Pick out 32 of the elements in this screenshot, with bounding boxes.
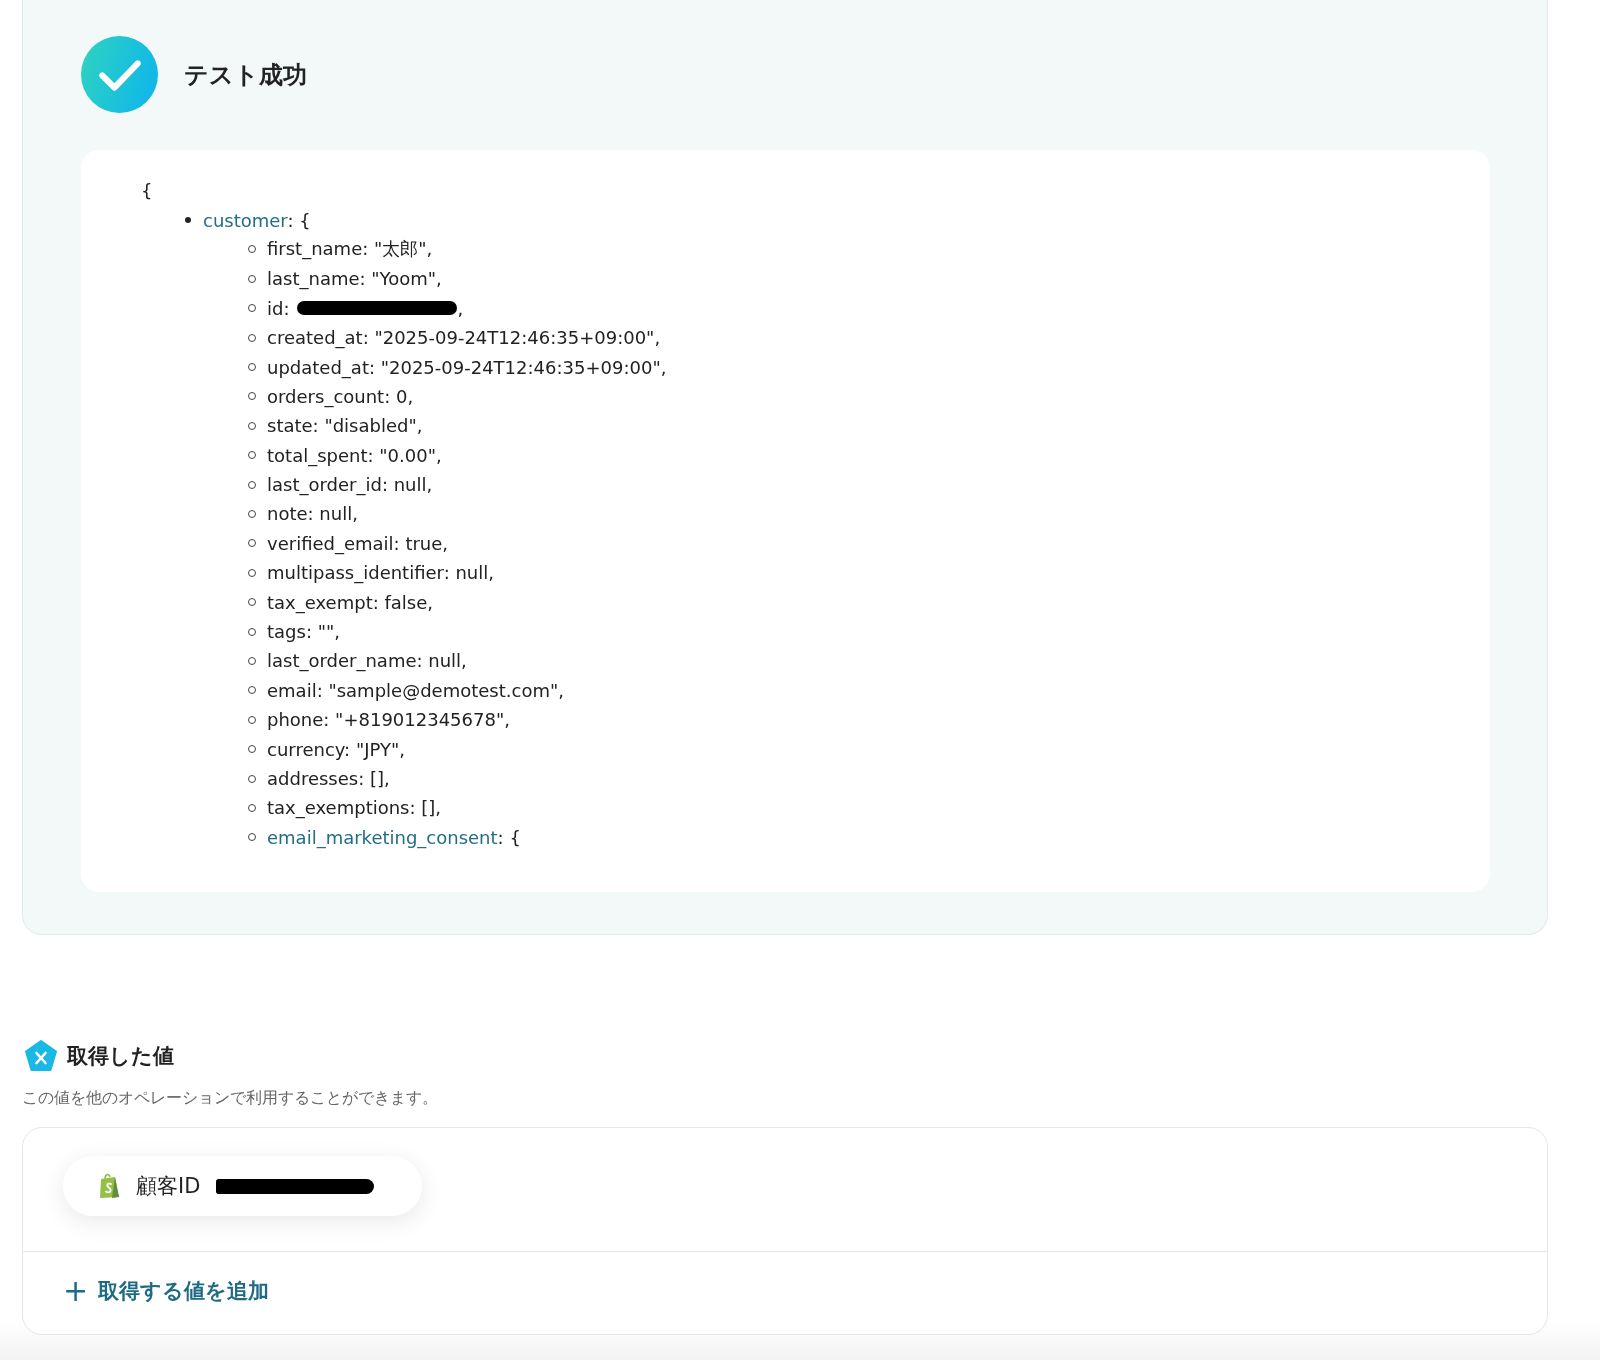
value-chip[interactable]: 顧客ID	[63, 1156, 423, 1216]
json-line: id:	[267, 297, 290, 319]
bullet-icon	[185, 217, 191, 224]
add-value-button[interactable]: + 取得する値を追加	[63, 1276, 270, 1306]
json-line: note: null,	[267, 503, 358, 525]
json-line: last_name: "Yoom",	[267, 268, 442, 290]
json-line: total_spent: "0.00",	[267, 444, 442, 466]
json-line: multipass_identifier: null,	[267, 562, 494, 584]
json-line: tax_exempt: false,	[267, 591, 434, 613]
json-line: created_at: "2025-09-24T12:46:35+09:00",	[267, 327, 661, 349]
json-line: state: "disabled",	[267, 415, 423, 437]
json-line: addresses: [],	[267, 768, 390, 789]
json-line: last_order_id: null,	[267, 474, 433, 496]
variable-icon	[25, 1040, 57, 1072]
json-line: phone: "+819012345678",	[267, 709, 510, 731]
json-line: orders_count: 0,	[267, 385, 414, 407]
json-line: first_name: "太郎",	[267, 237, 433, 262]
shopping-bag-icon	[98, 1173, 120, 1199]
result-title: テスト成功	[184, 59, 307, 91]
json-line: tags: "",	[267, 621, 340, 643]
json-line: verified_email: true,	[267, 532, 449, 554]
json-brace: {	[141, 179, 154, 204]
json-line: tax_exemptions: [],	[267, 797, 442, 819]
json-comma: ,	[457, 297, 464, 319]
json-line: email_marketing_consent: {	[267, 826, 521, 848]
json-line: customer: {	[203, 209, 311, 231]
section-description: この値を他のオペレーションで利用することができます。	[22, 1088, 439, 1109]
section-title: 取得した値	[67, 1043, 174, 1070]
json-line: currency: "JPY",	[267, 738, 405, 760]
json-line: email: "sample@demotest.com",	[267, 679, 564, 701]
json-line: updated_at: "2025-09-24T12:46:35+09:00",	[267, 356, 667, 378]
json-line: last_order_name: null,	[267, 650, 467, 672]
